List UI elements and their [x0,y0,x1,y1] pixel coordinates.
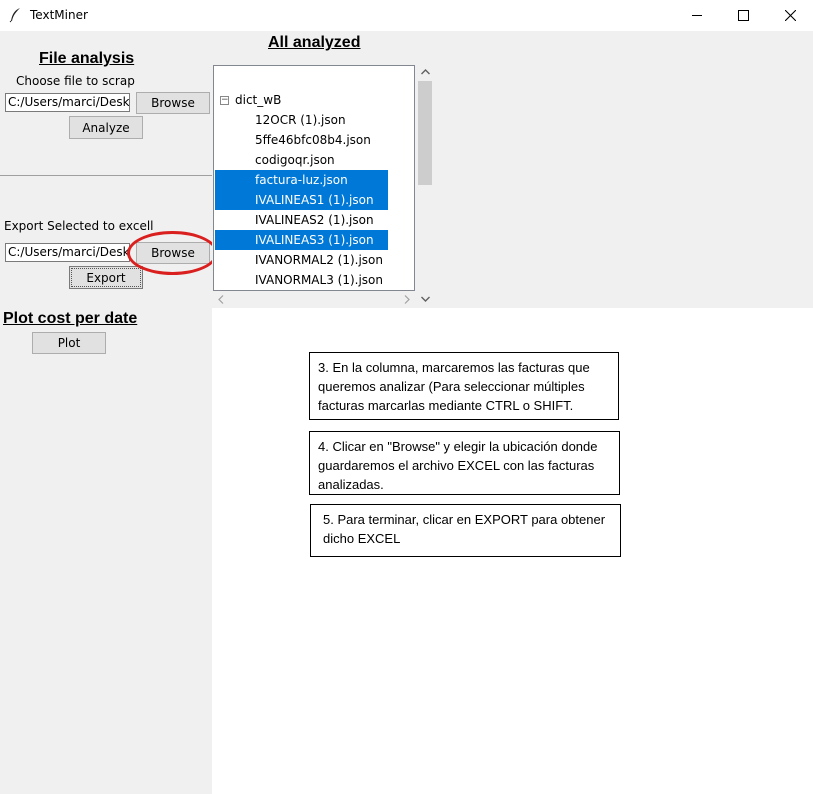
tree-item[interactable]: codigoqr.json [215,150,388,170]
tree-item[interactable]: IVALINEAS3 (1).json [215,230,388,250]
tree-item[interactable]: 5ffe46bfc08b4.json [215,130,388,150]
tree-item-label: IVANORMAL2 (1).json [255,253,383,267]
maximize-button[interactable] [720,0,766,31]
feather-icon [9,8,20,23]
export-browse-button[interactable]: Browse [136,242,210,264]
note-step-4: 4. Clicar en "Browse" y elegir la ubicac… [309,431,620,495]
scroll-thumb[interactable] [418,81,432,185]
left-panel [0,31,212,794]
tree-item-label: 12OCR (1).json [255,113,346,127]
file-tree[interactable]: − dict_wB 12OCR (1).json 5ffe46bfc08b4.js… [213,65,415,291]
file-browse-button[interactable]: Browse [136,92,210,114]
scroll-right-icon[interactable] [404,295,410,304]
tree-item[interactable]: IVANORMAL3 (1).json [215,270,388,290]
close-button[interactable] [767,0,813,31]
maximize-icon [737,10,749,21]
minimize-button[interactable] [674,0,720,31]
plot-button[interactable]: Plot [32,332,106,354]
export-label: Export Selected to excell [4,219,154,233]
tree-item-label: 5ffe46bfc08b4.json [255,133,371,147]
vertical-scrollbar[interactable] [417,65,434,306]
analyze-button[interactable]: Analyze [69,116,143,139]
tree-item[interactable]: factura-luz.json [215,170,388,190]
separator [0,175,212,176]
all-analyzed-heading: All analyzed [268,34,361,51]
minimize-icon [691,15,702,16]
close-icon [784,10,796,21]
tree-item[interactable]: IVALINEAS2 (1).json [215,210,388,230]
scroll-left-icon[interactable] [218,295,224,304]
scroll-up-icon[interactable] [421,69,430,75]
scroll-down-icon[interactable] [421,296,430,302]
collapse-icon[interactable]: − [220,96,229,105]
tree-item-label: IVALINEAS2 (1).json [255,213,374,227]
tree-root-label: dict_wB [235,93,282,107]
file-path-input[interactable]: C:/Users/marci/Deskto [5,93,130,112]
tree-item-label: codigoqr.json [255,153,335,167]
tree-item-label: IVALINEAS3 (1).json [255,233,374,247]
tree-item-label: IVANORMAL3 (1).json [255,273,383,287]
tree-item[interactable]: IVANORMAL2 (1).json [215,250,388,270]
export-button[interactable]: Export [69,266,143,289]
tree-item[interactable]: IVALINEAS1 (1).json [215,190,388,210]
export-path-input[interactable]: C:/Users/marci/Deskto [5,243,130,262]
tree-item-label: IVALINEAS1 (1).json [255,193,374,207]
note-step-5: 5. Para terminar, clicar en EXPORT para … [310,504,621,557]
choose-file-label: Choose file to scrap [16,74,135,88]
tree-item-label: factura-luz.json [255,173,348,187]
file-analysis-heading: File analysis [39,50,135,67]
tree-item[interactable]: 12OCR (1).json [215,110,388,130]
window-title: TextMiner [30,8,88,22]
title-bar: TextMiner [0,0,813,31]
plot-heading: Plot cost per date [3,310,138,327]
horizontal-scrollbar[interactable] [213,291,415,306]
note-step-3: 3. En la columna, marcaremos las factura… [309,352,619,420]
